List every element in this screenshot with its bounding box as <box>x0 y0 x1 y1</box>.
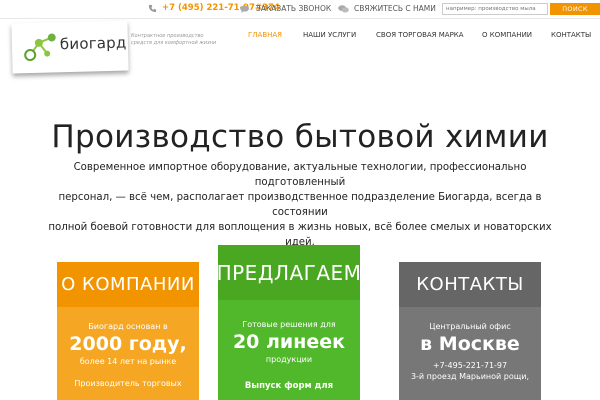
nav-own-brand[interactable]: СВОЯ ТОРГОВАЯ МАРКА <box>376 31 464 39</box>
contacts-card-address: 3-й проезд Марьиной рощи, <box>410 372 530 381</box>
nav-about[interactable]: О КОМПАНИИ <box>482 31 532 39</box>
about-card-line-2: более 14 лет на рынке <box>79 357 177 366</box>
about-card-line-3: Производитель торговых <box>74 379 182 388</box>
offer-card-line-1: Готовые решения для <box>242 320 336 329</box>
chat-bubbles-icon <box>338 4 349 13</box>
offer-card-line-3: Выпуск форм для <box>244 381 334 391</box>
hero-line-1: Современное импортное оборудование, акту… <box>73 162 527 188</box>
contacts-card[interactable]: КОНТАКТЫ Центральный офис в Москве +7-49… <box>399 262 541 400</box>
call-order-link[interactable]: ЗАКАЗАТЬ ЗВОНОК <box>240 4 331 13</box>
search-input[interactable] <box>442 3 548 15</box>
contacts-card-phone: +7-495-221-71-97 <box>432 361 508 370</box>
top-bar: +7 (495) 221-71-97#374 ЗАКАЗАТЬ ЗВОНОК С… <box>0 0 600 19</box>
contacts-card-title: КОНТАКТЫ <box>399 262 541 307</box>
offer-card-title: ПРЕДЛАГАЕМ <box>218 245 360 300</box>
logo[interactable]: биогард <box>11 20 129 74</box>
nav-services[interactable]: НАШИ УСЛУГИ <box>303 31 356 39</box>
contact-us-label: СВЯЖИТЕСЬ С НАМИ <box>354 4 436 13</box>
contact-us-link[interactable]: СВЯЖИТЕСЬ С НАМИ <box>338 4 436 13</box>
offer-card-highlight: 20 линеек <box>232 331 346 353</box>
about-card-highlight: 2000 году, <box>69 333 187 355</box>
about-card[interactable]: О КОМПАНИИ Биогард основан в 2000 году, … <box>57 262 199 400</box>
offer-card-line-2: продукции <box>265 355 313 364</box>
call-order-label: ЗАКАЗАТЬ ЗВОНОК <box>256 4 332 13</box>
search-button[interactable]: ПОИСК <box>550 3 600 15</box>
about-card-title: О КОМПАНИИ <box>57 262 199 307</box>
nav-home[interactable]: ГЛАВНАЯ <box>248 31 282 39</box>
phone-icon <box>148 4 157 12</box>
contacts-card-highlight: в Москве <box>420 333 520 355</box>
contacts-card-line-1: Центральный офис <box>429 322 511 331</box>
about-card-line-1: Биогард основан в <box>88 322 168 331</box>
main-nav: ГЛАВНАЯ НАШИ УСЛУГИ СВОЯ ТОРГОВАЯ МАРКА … <box>0 31 600 43</box>
page-title: Производство бытовой химии <box>51 119 549 155</box>
chat-icon <box>240 4 250 13</box>
nav-contacts[interactable]: КОНТАКТЫ <box>551 31 591 39</box>
hero-line-2: персонал, — всё чем, располагает произво… <box>58 192 542 218</box>
offer-card[interactable]: ПРЕДЛАГАЕМ Готовые решения для 20 линеек… <box>218 245 360 400</box>
